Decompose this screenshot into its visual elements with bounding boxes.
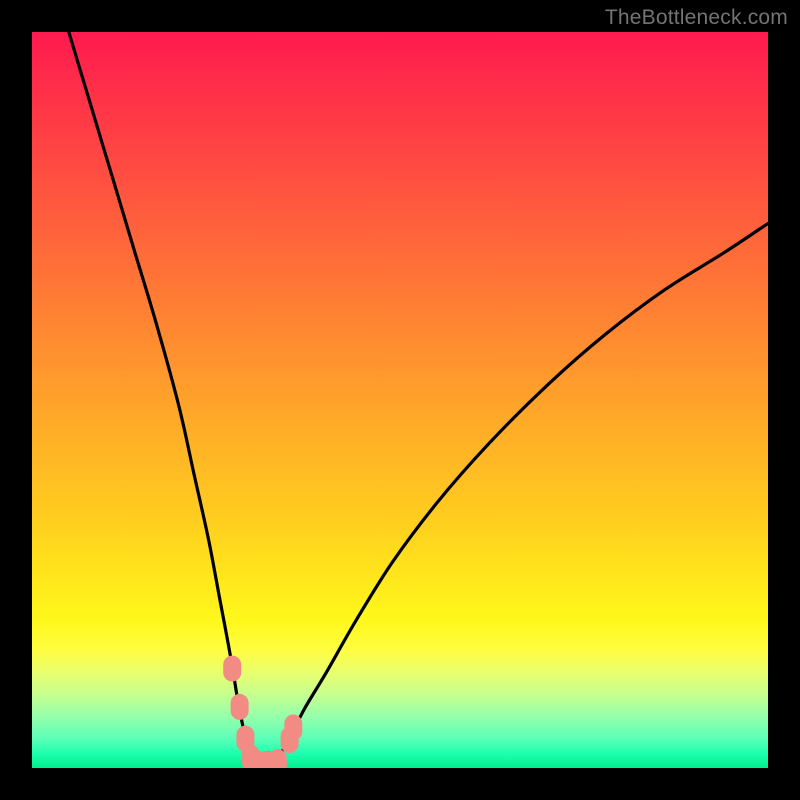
chart-frame: TheBottleneck.com: [0, 0, 800, 800]
marker-dot: [223, 656, 241, 682]
watermark-text: TheBottleneck.com: [605, 6, 788, 30]
marker-dot: [269, 749, 287, 768]
curve-layer: [32, 32, 768, 768]
plot-area: [32, 32, 768, 768]
bottleneck-curve: [69, 32, 768, 766]
marker-dot: [231, 694, 249, 720]
curve-markers: [223, 656, 302, 768]
marker-dot: [284, 715, 302, 741]
